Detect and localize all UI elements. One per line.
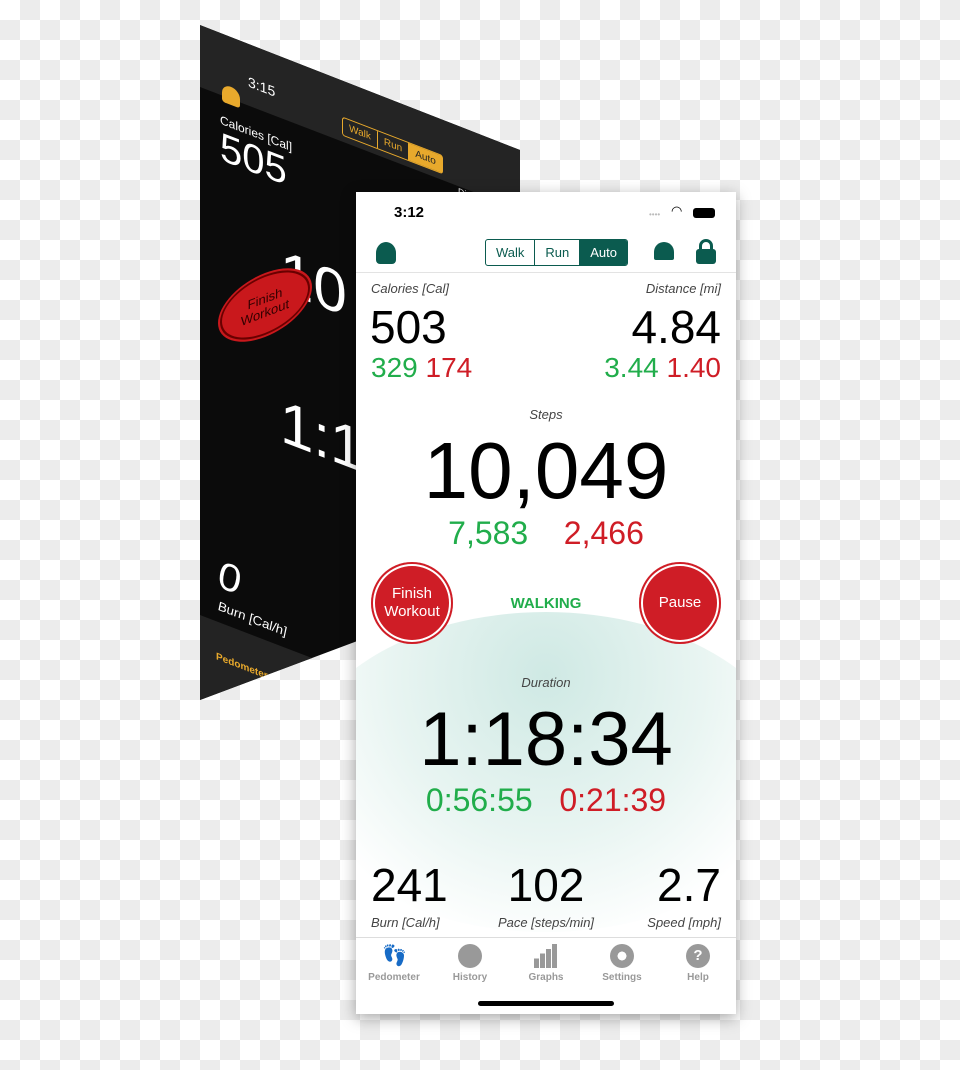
dark-tab-history[interactable]: History [310, 677, 341, 699]
distance-run: 1.40 [666, 352, 722, 383]
pedometer-phone: 3:12 •••• ◠ Walk Run Auto Calories [Cal]… [356, 192, 736, 1014]
calories-walk: 329 [371, 352, 418, 383]
battery-icon [693, 208, 715, 218]
signal-icon: •••• [649, 210, 661, 219]
calories-run: 174 [425, 352, 473, 383]
pause-button[interactable]: Pause [639, 562, 721, 644]
clock-icon [458, 944, 482, 968]
dark-duration-value: 1:1 [280, 386, 364, 486]
steps-value: 10,049 [423, 426, 669, 515]
duration-label: Duration [521, 675, 571, 690]
status-time: 3:12 [394, 204, 425, 221]
tab-settings[interactable]: Settings [584, 944, 660, 983]
gear-icon [610, 944, 634, 968]
mode-selector[interactable]: Walk Run Auto [485, 239, 629, 266]
mode-run[interactable]: Run [535, 240, 581, 265]
speed-value: 2.7 [657, 859, 721, 911]
duration-value: 1:18:34 [419, 697, 673, 782]
tab-label: History [452, 972, 488, 983]
mode-auto[interactable]: Auto [580, 240, 628, 265]
dark-header [200, 25, 520, 210]
dark-tab-pedometer[interactable]: Pedometer [216, 651, 268, 682]
steps-label: Steps [529, 407, 563, 422]
steps-walk: 7,583 [448, 515, 529, 551]
calories-value: 503 [370, 301, 447, 353]
help-icon: ? [686, 944, 710, 968]
header-divider [356, 272, 736, 273]
mode-walk[interactable]: Walk [486, 240, 536, 265]
duration-walk: 0:56:55 [425, 782, 533, 818]
distance-value: 4.84 [631, 301, 721, 353]
lock-icon[interactable] [696, 239, 716, 265]
duration-run: 0:21:39 [559, 782, 667, 818]
metronome-icon[interactable] [376, 242, 396, 264]
home-indicator [478, 1001, 614, 1006]
distance-label: Distance [mi] [645, 281, 721, 296]
steps-run: 2,466 [563, 515, 644, 551]
tab-help[interactable]: ? Help [660, 944, 736, 983]
tab-history[interactable]: History [432, 944, 508, 983]
tab-label: Help [687, 972, 709, 983]
dark-burn-value: 0 [218, 551, 241, 605]
tab-graphs[interactable]: Graphs [508, 944, 584, 983]
distance-walk: 3.44 [604, 352, 659, 383]
tab-bar: 👣 Pedometer History Graphs Settings ? Help [356, 937, 736, 1014]
bar-chart-icon [534, 944, 558, 968]
tab-label: Settings [602, 972, 642, 983]
tab-label: Graphs [528, 972, 564, 983]
speed-label: Speed [mph] [647, 915, 721, 930]
wifi-icon: ◠ [671, 203, 683, 218]
tab-label: Pedometer [368, 972, 420, 983]
calories-label: Calories [Cal] [371, 281, 450, 296]
tab-pedometer[interactable]: 👣 Pedometer [356, 944, 432, 983]
footprints-icon: 👣 [382, 945, 407, 967]
bell-icon[interactable] [654, 242, 674, 260]
